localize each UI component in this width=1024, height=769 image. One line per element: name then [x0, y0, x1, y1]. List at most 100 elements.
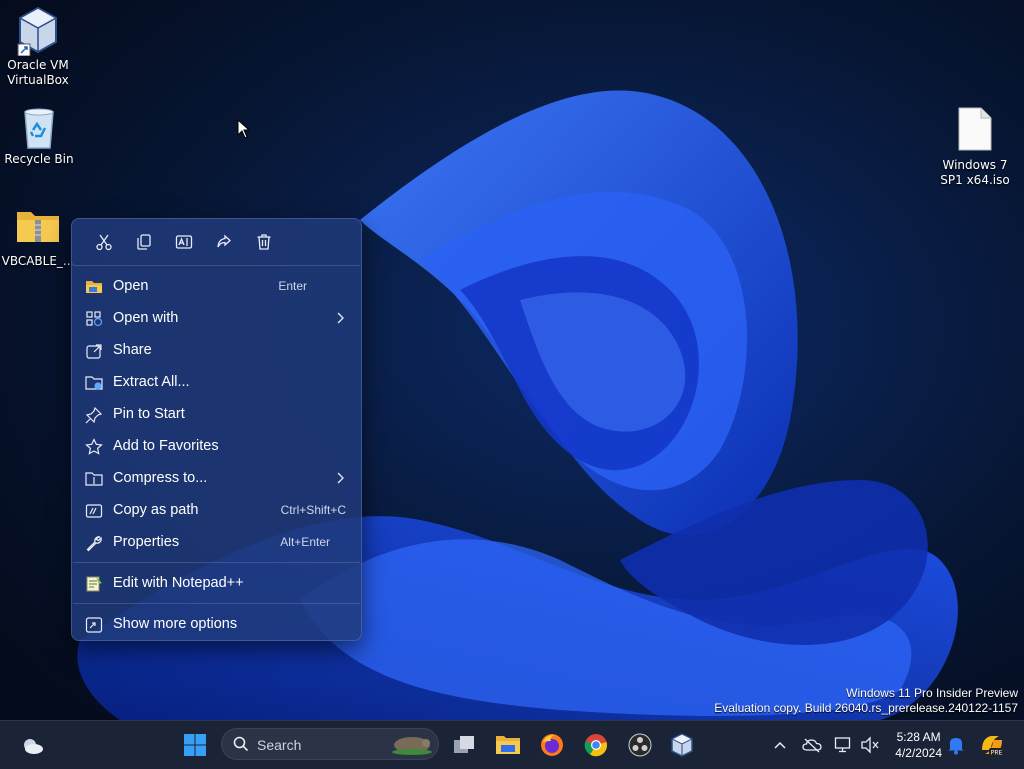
taskbar: Search 5:28 AM 4/2/2024 PRE: [0, 720, 1024, 769]
virtualbox-icon: [17, 6, 58, 56]
menu-item-label: Edit with Notepad++: [113, 575, 244, 591]
desktop-icon-label: Windows 7 SP1 x64.iso: [940, 158, 1010, 187]
delete-button[interactable]: [244, 226, 284, 258]
bell-icon: [948, 738, 964, 755]
firefox-icon: [541, 734, 563, 756]
virtualbox-icon: [671, 733, 693, 757]
desktop-icon-label: VBCABLE_...: [1, 254, 75, 268]
menu-item-label: Share: [113, 342, 152, 358]
cut-icon: [96, 234, 112, 251]
desktop-icon-label: Oracle VM VirtualBox: [7, 58, 69, 87]
copy-button[interactable]: [124, 226, 164, 258]
notepad-plus-icon: [86, 576, 102, 592]
desktop-icon-vbcable[interactable]: VBCABLE_...: [0, 206, 76, 269]
copy-path-icon: [85, 504, 103, 518]
obs-icon: [628, 733, 652, 757]
show-hidden-icons-button[interactable]: [766, 731, 794, 759]
file-explorer-button[interactable]: [494, 731, 522, 759]
menu-item-label: Add to Favorites: [113, 438, 219, 454]
context-menu: Open Enter Open with Share Extract All..…: [71, 218, 362, 641]
pin-icon: [85, 406, 103, 424]
copilot-button[interactable]: PRE: [978, 731, 1006, 759]
share-button[interactable]: [204, 226, 244, 258]
desktop-icon-iso-file[interactable]: Windows 7 SP1 x64.iso: [937, 106, 1013, 188]
menu-item-show-more-options[interactable]: Show more options: [72, 608, 361, 640]
mouse-cursor-icon: [237, 119, 251, 139]
windows-logo-icon: [184, 734, 206, 756]
cut-button[interactable]: [84, 226, 124, 258]
file-icon: [958, 107, 992, 151]
taskbar-search-box[interactable]: Search: [221, 728, 439, 760]
context-menu-toolbar: [72, 219, 361, 265]
menu-item-shortcut: Enter: [278, 279, 307, 293]
watermark-line: Evaluation copy. Build 26040.rs_prerelea…: [714, 701, 1018, 715]
network-icon: [834, 737, 851, 753]
chrome-icon: [584, 734, 608, 757]
svg-text:PRE: PRE: [991, 750, 1003, 757]
network-button[interactable]: [830, 731, 858, 759]
virtualbox-taskbar-button[interactable]: [668, 731, 696, 759]
menu-item-shortcut: Ctrl+Shift+C: [280, 503, 346, 517]
search-highlight-icon: [392, 737, 432, 755]
menu-item-compress-to[interactable]: Compress to...: [72, 462, 361, 494]
search-icon: [233, 736, 249, 752]
watermark-line: Windows 11 Pro Insider Preview: [846, 686, 1018, 700]
menu-item-label: Copy as path: [113, 502, 199, 518]
widgets-button[interactable]: [18, 731, 46, 759]
start-button[interactable]: [181, 731, 209, 759]
menu-item-label: Extract All...: [113, 374, 190, 390]
menu-item-label: Show more options: [113, 616, 238, 632]
volume-muted-icon: [861, 736, 879, 754]
desktop-icon-recycle-bin[interactable]: Recycle Bin: [1, 106, 77, 167]
chevron-right-icon: [337, 472, 344, 484]
folder-icon: [86, 281, 102, 293]
desktop-icon-virtualbox[interactable]: Oracle VM VirtualBox: [0, 6, 76, 88]
clock-date: 4/2/2024: [895, 746, 942, 760]
copy-icon: [137, 234, 151, 250]
star-icon: [85, 438, 103, 455]
open-with-icon: [86, 311, 103, 327]
obs-button[interactable]: [626, 731, 654, 759]
windows-evaluation-watermark: Windows 11 Pro Insider Preview Evaluatio…: [714, 686, 1018, 716]
recycle-bin-icon: [24, 108, 54, 149]
clock-time: 5:28 AM: [896, 730, 941, 744]
wrench-icon: [86, 536, 102, 552]
share-icon: [86, 344, 102, 359]
copilot-pre-icon: PRE: [982, 736, 1004, 757]
rename-icon: [175, 235, 193, 249]
task-view-icon: [454, 736, 474, 753]
menu-item-label: Pin to Start: [113, 406, 185, 422]
menu-item-label: Compress to...: [113, 470, 208, 486]
zip-folder-icon: [17, 212, 59, 242]
firefox-button[interactable]: [538, 731, 566, 759]
menu-item-pin-to-start[interactable]: Pin to Start: [72, 398, 361, 430]
menu-item-copy-as-path[interactable]: Copy as path Ctrl+Shift+C: [72, 494, 361, 526]
chevron-up-icon: [774, 741, 786, 749]
menu-item-label: Properties: [113, 534, 180, 550]
delete-icon: [257, 234, 271, 250]
task-view-button[interactable]: [450, 731, 478, 759]
menu-item-share[interactable]: Share: [72, 334, 361, 366]
menu-item-add-to-favorites[interactable]: Add to Favorites: [72, 430, 361, 462]
chrome-button[interactable]: [582, 731, 610, 759]
weather-cloud-icon: [24, 739, 43, 754]
menu-item-edit-with-notepad-plus[interactable]: Edit with Notepad++: [72, 567, 361, 599]
taskbar-clock[interactable]: 5:28 AM 4/2/2024: [895, 729, 942, 761]
menu-item-shortcut: Alt+Enter: [280, 535, 330, 549]
file-explorer-icon: [496, 736, 520, 754]
chevron-right-icon: [337, 312, 344, 324]
onedrive-button[interactable]: [798, 731, 826, 759]
more-options-icon: [85, 617, 103, 633]
desktop-icon-label: Recycle Bin: [4, 152, 74, 166]
extract-icon: [85, 376, 103, 390]
rename-button[interactable]: [164, 226, 204, 258]
volume-button[interactable]: [856, 731, 884, 759]
menu-item-open-with[interactable]: Open with: [72, 302, 361, 334]
menu-item-label: Open: [113, 278, 149, 294]
onedrive-offline-icon: [802, 738, 822, 753]
menu-item-open[interactable]: Open Enter: [72, 270, 361, 302]
menu-item-properties[interactable]: Properties Alt+Enter: [72, 526, 361, 558]
menu-item-extract-all[interactable]: Extract All...: [72, 366, 361, 398]
notifications-button[interactable]: [942, 731, 970, 759]
menu-item-label: Open with: [113, 310, 179, 326]
